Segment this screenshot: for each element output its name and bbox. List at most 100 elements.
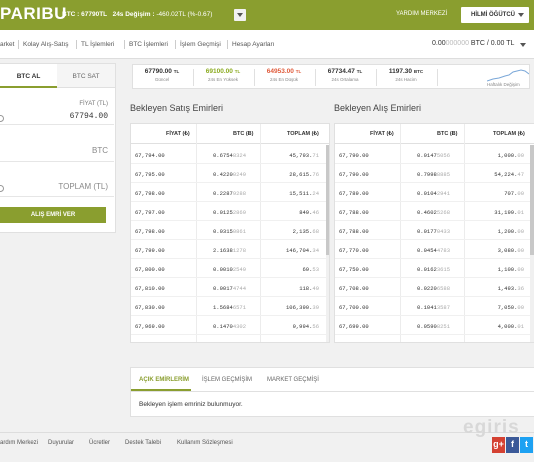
- tab-open-orders[interactable]: AÇIK EMİRLERİM: [139, 377, 189, 383]
- row-btc-dim: 1278: [232, 247, 247, 254]
- table-row[interactable]: 67,788.00 0.01770433 1,200.00: [335, 221, 534, 240]
- google-plus-icon[interactable]: g+: [492, 437, 505, 453]
- user-menu-button[interactable]: HİLMİ ÖĞÜTCÜ: [461, 7, 529, 23]
- row-total-dim: 00: [517, 190, 524, 197]
- row-btc-main: 0.0162: [417, 266, 437, 273]
- btc-ticker: BTC : 67790TL 24s Değişim : -460.02TL (%…: [62, 11, 212, 18]
- table-row[interactable]: 67,969.00 0.14704302 9,994.56: [131, 316, 329, 335]
- row-btc: 0.03150861: [213, 228, 246, 235]
- row-total-main: 7,050.: [497, 304, 518, 311]
- table-row[interactable]: 67,798.00 0.22879288 15,511.24: [131, 183, 329, 202]
- row-btc-dim: 3615: [436, 266, 451, 273]
- weekly-change-label: Haftalık Değişim: [487, 82, 520, 87]
- amount-field[interactable]: BTC: [92, 146, 108, 155]
- row-total: 849.46: [299, 209, 319, 216]
- row-total: 2,199.38: [498, 342, 524, 343]
- table-row[interactable]: 67,794.00 0.67548324 45,793.71: [131, 145, 329, 164]
- footer-link-announcements[interactable]: Duyurular: [48, 440, 74, 446]
- row-btc-dim: 5268: [436, 209, 451, 216]
- row-total-main: 54,224.: [494, 171, 518, 178]
- table-row[interactable]: 67,810.00 0.00174744 118.49: [131, 278, 329, 297]
- sell-orders-title: Bekleyen Satış Emirleri: [130, 103, 224, 113]
- user-name: HİLMİ ÖĞÜTCÜ: [471, 12, 515, 18]
- table-row[interactable]: 67,789.00 0.01042941 707.00: [335, 183, 534, 202]
- table-row[interactable]: 67,788.00 0.46025268 31,199.01: [335, 202, 534, 221]
- stat-value: 67790.00: [144, 68, 172, 75]
- nav-item-account-settings[interactable]: Hesap Ayarları: [232, 41, 275, 48]
- row-total-main: 106,390.: [285, 304, 313, 311]
- row-btc-dim: 0249: [232, 171, 247, 178]
- help-center-link[interactable]: YARDIM MERKEZİ: [396, 11, 447, 17]
- table-row[interactable]: 67,799.00 2.16381278 146,704.34: [131, 240, 329, 259]
- table-row[interactable]: 67,974.50 0.02075452 1,410.79: [131, 335, 329, 343]
- row-btc-main: 0.0315: [213, 228, 233, 235]
- total-field[interactable]: TOPLAM (TL): [58, 182, 108, 191]
- sell-book-scrollbar[interactable]: [326, 145, 329, 342]
- row-total-main: 9,994.: [292, 323, 313, 330]
- buy-book-scrollbar[interactable]: [530, 145, 534, 342]
- row-total: 3,080.00: [498, 247, 524, 254]
- tab-market-history[interactable]: MARKET GEÇMİŞİ: [267, 377, 319, 383]
- nav-item-btc-transactions[interactable]: BTC İşlemleri: [129, 41, 168, 48]
- paribu-logo[interactable]: PARIBU: [0, 4, 67, 24]
- top-bar: PARIBU BTC : 67790TL 24s Değişim : -460.…: [0, 0, 534, 30]
- price-field[interactable]: 67794.00: [70, 112, 108, 121]
- place-buy-order-button[interactable]: ALIŞ EMRİ VER: [0, 207, 106, 223]
- row-btc-main: 0.0207: [213, 342, 233, 343]
- footer-link-fees[interactable]: Ücretler: [89, 440, 110, 446]
- table-row[interactable]: 67,694.00 0.03246080 2,199.38: [335, 335, 534, 343]
- balance-display[interactable]: 0.00000000 BTC / 0.00 TL: [432, 40, 514, 47]
- balance-zeros: 000000: [445, 40, 469, 47]
- twitter-icon[interactable]: t: [520, 437, 533, 453]
- row-total-main: 3,080.: [497, 247, 518, 254]
- table-row[interactable]: 67,797.00 0.01252869 849.46: [131, 202, 329, 221]
- row-btc-dim: 6080: [437, 342, 450, 343]
- col-price-header: FİYAT (₺): [166, 131, 190, 137]
- scroll-thumb[interactable]: [326, 145, 329, 255]
- row-btc-main: 0.0324: [417, 342, 437, 343]
- row-btc: 0.14704302: [213, 323, 246, 330]
- table-row[interactable]: 67,790.00 0.79988885 54,224.47: [335, 164, 534, 183]
- tab-buy-btc[interactable]: BTC AL: [0, 64, 57, 88]
- caret-down-icon[interactable]: [520, 43, 526, 47]
- col-total-header: TOPLAM (₺): [493, 131, 525, 137]
- table-row[interactable]: 67,830.00 1.56846571 106,390.39: [131, 297, 329, 316]
- nav-item-easy-trade[interactable]: Kolay Alış-Satış: [23, 41, 69, 48]
- table-row[interactable]: 67,770.00 0.04544783 3,080.00: [335, 240, 534, 259]
- main-nav: arket Kolay Alış-Satış TL İşlemleri BTC …: [0, 30, 534, 59]
- table-row[interactable]: 67,800.00 0.00102549 69.53: [131, 259, 329, 278]
- row-btc-dim: 5452: [233, 342, 246, 343]
- table-row[interactable]: 67,708.00 0.02206588 1,493.36: [335, 278, 534, 297]
- row-total-main: 31,199.: [494, 209, 518, 216]
- footer-link-terms[interactable]: Kullanım Sözleşmesi: [177, 440, 233, 446]
- table-row[interactable]: 67,700.00 0.10413587 7,050.00: [335, 297, 534, 316]
- scroll-thumb[interactable]: [530, 145, 534, 255]
- table-row[interactable]: 67,795.00 0.42200249 28,615.76: [131, 164, 329, 183]
- table-row[interactable]: 67,699.00 0.05908251 4,000.01: [335, 316, 534, 335]
- row-price: 67,800.00: [135, 266, 165, 273]
- row-btc: 0.22879288: [213, 190, 246, 197]
- table-row[interactable]: 67,790.00 0.01475056 1,000.00: [335, 145, 534, 164]
- row-total-main: 2,135.: [292, 228, 313, 235]
- ticker-dropdown-button[interactable]: [234, 9, 246, 21]
- nav-item-tl-transactions[interactable]: TL İşlemleri: [81, 41, 114, 48]
- row-total-dim: 34: [312, 247, 319, 254]
- table-row[interactable]: 67,750.00 0.01623615 1,100.00: [335, 259, 534, 278]
- row-price: 67,694.00: [339, 342, 369, 343]
- stat-label: 24s En Yüksek: [208, 77, 238, 82]
- facebook-icon[interactable]: f: [506, 437, 519, 453]
- row-total-dim: 36: [517, 285, 524, 292]
- row-total-dim: 68: [312, 228, 319, 235]
- nav-item-market[interactable]: arket: [0, 41, 14, 48]
- row-price: 67,798.00: [135, 228, 165, 235]
- footer-link-support[interactable]: Destek Talebi: [125, 440, 161, 446]
- row-total-dim: 39: [312, 304, 319, 311]
- nav-item-trade-history[interactable]: İşlem Geçmişi: [180, 41, 221, 48]
- tab-sell-btc[interactable]: BTC SAT: [57, 64, 115, 88]
- stat-current: 67790.00 TL Güncel: [137, 68, 187, 82]
- stat-24h-low: 64953.00 TL 24s En Düşük: [259, 68, 309, 82]
- table-row[interactable]: 67,798.00 0.03150861 2,135.68: [131, 221, 329, 240]
- footer-link-help[interactable]: ardım Merkezi: [0, 440, 38, 446]
- row-btc-dim: 2549: [232, 266, 247, 273]
- tab-my-trade-history[interactable]: İŞLEM GEÇMİŞİM: [202, 377, 252, 383]
